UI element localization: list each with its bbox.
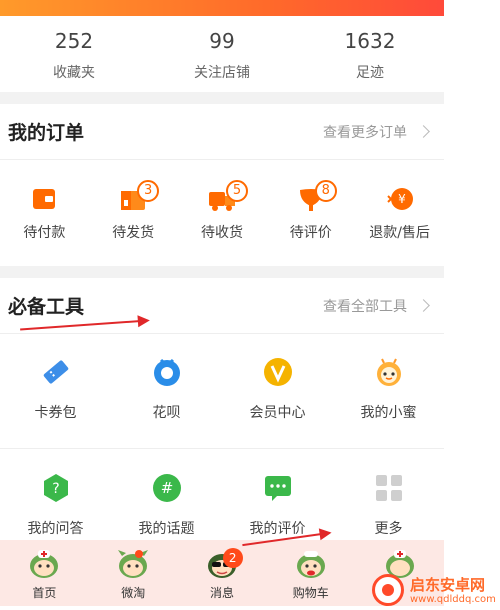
tool-label: 我的小蜜	[360, 405, 417, 421]
svg-text:?: ?	[52, 481, 59, 497]
order-refund-aftersale[interactable]: ¥ 退款/售后	[355, 160, 444, 266]
tab-cart[interactable]: 购物车	[266, 540, 355, 606]
screen-margin	[444, 0, 500, 610]
unread-count-badge: 2	[222, 548, 243, 568]
comment-icon	[262, 472, 294, 504]
order-pending-shipment[interactable]: 3 待发货	[89, 160, 178, 266]
tool-label: 更多	[374, 521, 403, 537]
tab-messages[interactable]: 2 消息	[178, 540, 267, 606]
svg-text:¥: ¥	[398, 192, 406, 206]
view-all-orders-link[interactable]: 查看更多订单	[323, 122, 436, 142]
header-gradient-bar	[0, 0, 444, 16]
tool-my-reviews[interactable]: 我的评价	[222, 472, 333, 540]
section-divider	[0, 266, 444, 278]
chevron-right-icon	[417, 299, 430, 312]
stat-favorites[interactable]: 252 收藏夹	[0, 16, 148, 92]
tool-huabei[interactable]: 花呗	[111, 356, 222, 446]
stat-value: 99	[209, 29, 235, 53]
order-status-row: 待付款 3 待发货 5 待收货 8 待评价 ¥ 退款/售后	[0, 160, 444, 266]
package-icon: 3	[119, 180, 160, 212]
assistant-icon	[373, 356, 405, 388]
order-pending-receipt[interactable]: 5 待收货	[178, 160, 267, 266]
truck-icon: 5	[208, 180, 248, 212]
tool-assistant[interactable]: 我的小蜜	[333, 356, 444, 446]
tool-label: 花呗	[152, 405, 181, 421]
stat-label: 足迹	[356, 65, 384, 81]
order-pending-review[interactable]: 8 待评价	[266, 160, 355, 266]
watermark-logo-icon	[372, 574, 404, 606]
tab-label: 微淘	[121, 586, 146, 600]
order-label: 待发货	[112, 225, 155, 241]
tool-label: 我的问答	[27, 521, 84, 537]
grid-icon	[373, 472, 405, 504]
row-divider	[0, 448, 444, 449]
view-all-tools-link[interactable]: 查看全部工具	[323, 296, 436, 316]
cart-icon	[292, 546, 330, 580]
tool-more[interactable]: 更多	[333, 472, 444, 540]
order-pending-payment[interactable]: 待付款	[0, 160, 89, 266]
order-label: 待收货	[200, 225, 243, 241]
tab-home[interactable]: 首页	[0, 540, 89, 606]
stats-bar: 252 收藏夹 99 关注店铺 1632 足迹	[0, 16, 444, 92]
stat-label: 关注店铺	[194, 65, 250, 81]
watermark-url: www.qdlddq.com	[410, 594, 496, 605]
tools-row-1: 卡券包 花呗 会员中心 我的小蜜	[0, 356, 444, 446]
home-icon	[25, 546, 63, 580]
tab-label: 购物车	[292, 586, 329, 600]
order-label: 待付款	[23, 225, 66, 241]
tab-label: 消息	[209, 586, 234, 600]
order-count-badge: 8	[314, 180, 337, 202]
qa-icon: ?	[40, 472, 72, 504]
stat-value: 1632	[344, 29, 396, 53]
order-count-badge: 5	[225, 180, 248, 202]
tool-member-center[interactable]: 会员中心	[222, 356, 333, 446]
orders-title: 我的订单	[8, 122, 85, 144]
view-all-tools-label: 查看全部工具	[323, 298, 407, 315]
tab-weitao[interactable]: 微淘	[89, 540, 178, 606]
svg-text:#: #	[160, 479, 173, 497]
message-icon: 2	[203, 546, 243, 580]
app-screen: 252 收藏夹 99 关注店铺 1632 足迹 我的订单 查看更多订单 待付款	[0, 0, 444, 610]
tools-title: 必备工具	[8, 296, 85, 318]
tool-my-qa[interactable]: ? 我的问答	[0, 472, 111, 540]
huabei-icon	[151, 356, 183, 388]
weitao-icon	[114, 546, 152, 580]
vip-icon	[262, 356, 294, 388]
tab-label: 首页	[32, 586, 57, 600]
stat-footprints[interactable]: 1632 足迹	[296, 16, 444, 92]
tools-row-2: ? 我的问答 # 我的话题 我的评价 更多	[0, 472, 444, 540]
watermark-title: 启东安卓网	[410, 576, 486, 594]
stat-label: 收藏夹	[53, 65, 95, 81]
tool-my-topics[interactable]: # 我的话题	[111, 472, 222, 540]
view-all-orders-label: 查看更多订单	[323, 124, 407, 141]
tool-coupons[interactable]: 卡券包	[0, 356, 111, 446]
order-label: 退款/售后	[369, 225, 430, 241]
tool-label: 会员中心	[249, 405, 306, 421]
section-divider	[0, 92, 444, 104]
watermark: 启东安卓网 www.qdlddq.com	[358, 568, 500, 610]
order-count-badge: 3	[137, 180, 160, 202]
order-label: 待评价	[289, 225, 332, 241]
wallet-icon	[30, 186, 58, 212]
chevron-right-icon	[417, 125, 430, 138]
topic-icon: #	[151, 472, 183, 504]
tool-label: 我的话题	[138, 521, 195, 537]
tool-label: 卡券包	[34, 405, 77, 421]
orders-header: 我的订单 查看更多订单	[0, 104, 444, 160]
review-icon: 8	[297, 180, 337, 212]
stat-followed-shops[interactable]: 99 关注店铺	[148, 16, 296, 92]
coupon-icon	[40, 356, 72, 388]
refund-icon: ¥	[386, 186, 414, 212]
stat-value: 252	[54, 29, 94, 53]
